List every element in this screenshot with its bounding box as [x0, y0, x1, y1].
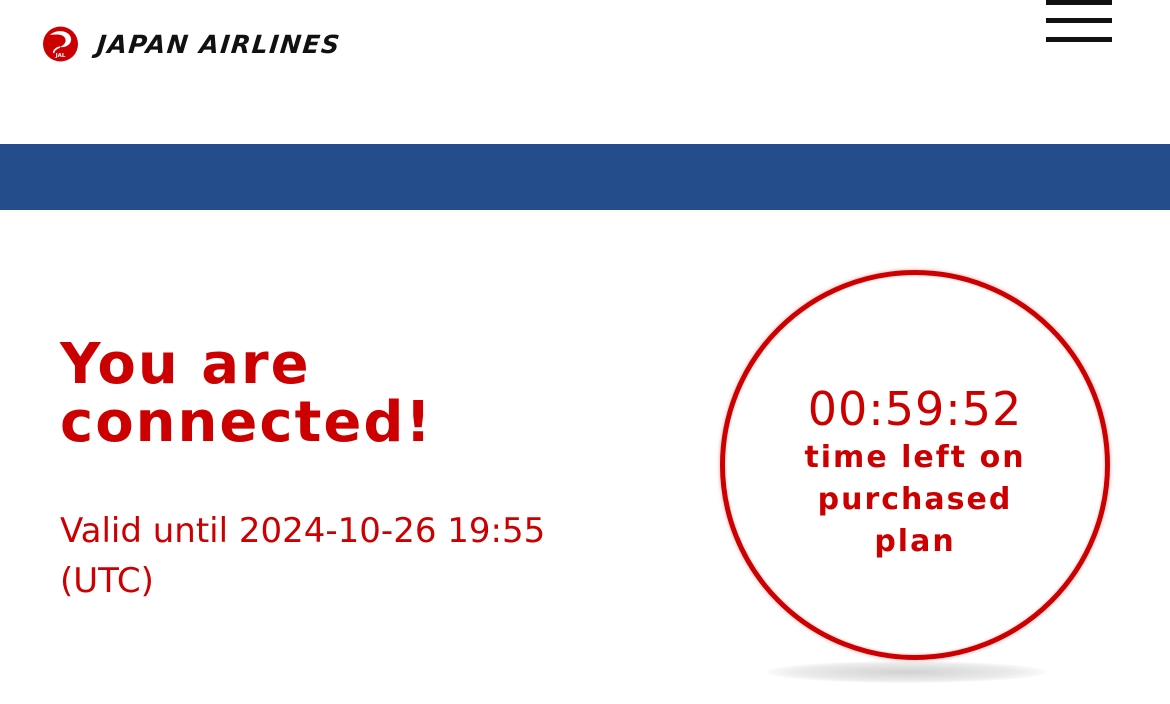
brand-name: JAPAN AIRLINES — [95, 29, 343, 59]
time-remaining-caption: time left on purchased plan — [804, 440, 1026, 559]
blue-banner — [0, 144, 1170, 210]
jal-logo[interactable]: JAL JAPAN AIRLINES — [42, 26, 343, 62]
valid-until-text: Valid until 2024-10-26 19:55 (UTC) — [60, 511, 546, 601]
connection-status-title: You are connected! — [60, 332, 433, 455]
time-remaining-value: 00:59:52 — [807, 382, 1023, 436]
menu-line — [1046, 18, 1112, 23]
menu-line — [1046, 0, 1112, 5]
hamburger-menu-icon[interactable] — [1046, 0, 1112, 44]
portal-page: JAL JAPAN AIRLINES You are connected! Va… — [0, 0, 1170, 704]
site-header: JAL JAPAN AIRLINES — [0, 0, 1170, 144]
jal-crane-icon: JAL — [43, 26, 78, 62]
timer-shadow — [766, 661, 1046, 683]
svg-text:JAL: JAL — [55, 53, 66, 59]
menu-line — [1046, 37, 1112, 42]
timer-circle: 00:59:52 time left on purchased plan — [720, 270, 1110, 660]
